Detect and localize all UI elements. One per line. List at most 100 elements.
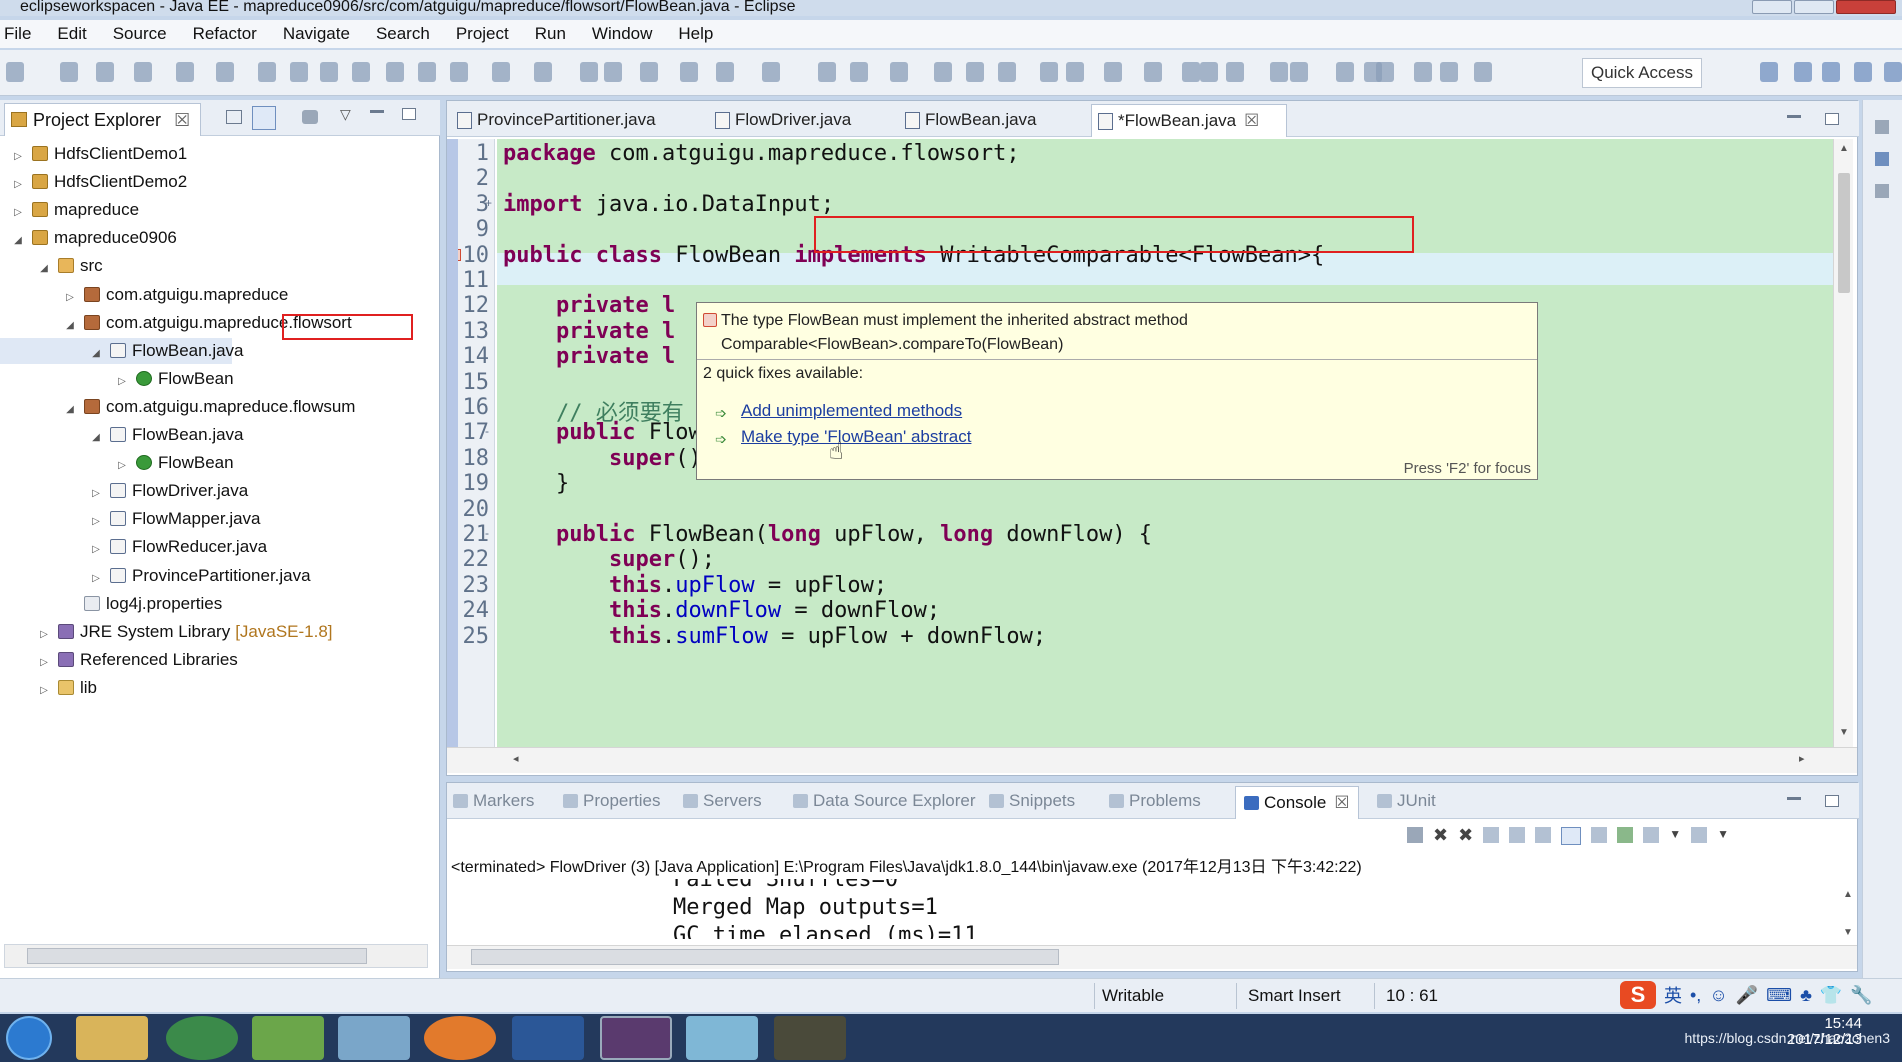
toolbar-action-icon[interactable] (680, 62, 698, 82)
toolbar-action-icon[interactable] (1144, 62, 1162, 82)
tree-item[interactable]: ▷ FlowReducer.java (0, 534, 267, 560)
video-task-icon[interactable] (774, 1016, 846, 1060)
toolbar-action-icon[interactable] (96, 62, 114, 82)
menu-file[interactable]: File (4, 24, 31, 44)
tree-toggle-icon[interactable]: ◢ (12, 228, 24, 254)
tree-item[interactable]: ◢ mapreduce0906 (0, 225, 177, 251)
maximize-panel-icon[interactable] (1825, 795, 1839, 807)
ime-language[interactable]: 英 (1664, 982, 1682, 1008)
bottom-tab-markers[interactable]: Markers (451, 791, 534, 811)
toolbar-action-icon[interactable] (1040, 62, 1058, 82)
toolbar-action-icon[interactable] (534, 62, 552, 82)
toolbar-action-icon[interactable] (966, 62, 984, 82)
tree-toggle-icon[interactable]: ▷ (90, 481, 102, 507)
tree-toggle-icon[interactable]: ◢ (90, 425, 102, 451)
minimize-editor-icon[interactable] (1787, 115, 1801, 118)
menu-window[interactable]: Window (592, 24, 652, 44)
maximize-view-icon[interactable] (402, 108, 416, 120)
console-horizontal-scrollbar[interactable] (447, 945, 1857, 969)
minimize-view-icon[interactable] (370, 110, 384, 113)
perspective-icon[interactable] (1794, 62, 1812, 82)
close-icon[interactable]: ☒ (1244, 111, 1259, 130)
minimize-button[interactable] (1752, 0, 1792, 14)
toolbar-action-icon[interactable] (1414, 62, 1432, 82)
toolbar-action-icon[interactable] (1226, 62, 1244, 82)
tree-toggle-icon[interactable]: ▷ (116, 453, 128, 479)
quick-access-field[interactable]: Quick Access (1582, 58, 1702, 88)
toolbar-action-icon[interactable] (1182, 62, 1200, 82)
toolbar-action-icon[interactable] (1474, 62, 1492, 82)
perspective-icon[interactable] (1822, 62, 1840, 82)
tree-item[interactable]: ▷ JRE System Library [JavaSE-1.8] (0, 619, 332, 645)
toolbar-action-icon[interactable] (1336, 62, 1354, 82)
bottom-tab-data-source-explorer[interactable]: Data Source Explorer (791, 791, 976, 811)
emoji-icon[interactable]: ☺ (1709, 985, 1727, 1006)
minimize-panel-icon[interactable] (1787, 797, 1801, 800)
tree-item[interactable]: ▷ FlowBean (0, 366, 233, 392)
tree-toggle-icon[interactable]: ▷ (38, 678, 50, 704)
toolbar-action-icon[interactable] (1270, 62, 1288, 82)
show-console-on-error-icon[interactable] (1591, 827, 1608, 843)
start-button-icon[interactable] (6, 1016, 52, 1060)
remove-launch-icon[interactable]: ✖ (1433, 826, 1448, 845)
scroll-down-icon[interactable]: ▼ (1843, 927, 1853, 938)
tree-item[interactable]: ▷ com.atguigu.mapreduce (0, 282, 288, 308)
perspective-icon[interactable] (1884, 62, 1902, 82)
close-icon[interactable]: ☒ (1334, 793, 1349, 812)
toolbar-action-icon[interactable] (216, 62, 234, 82)
notes-task-icon[interactable] (686, 1016, 758, 1060)
toolbar-action-icon[interactable] (1200, 62, 1218, 82)
tab-project-explorer[interactable]: Project Explorer ☒ (4, 103, 202, 136)
scroll-down-icon[interactable]: ▼ (1839, 727, 1849, 738)
scroll-lock-icon[interactable] (1509, 827, 1526, 843)
toolbar-action-icon[interactable] (762, 62, 780, 82)
scrollbar-thumb[interactable] (27, 948, 367, 964)
toolbar-action-icon[interactable] (320, 62, 338, 82)
tree-toggle-icon[interactable]: ▷ (12, 172, 24, 198)
tree-toggle-icon[interactable]: ▷ (90, 509, 102, 535)
bottom-tab-snippets[interactable]: Snippets (987, 791, 1075, 811)
toolbar-action-icon[interactable] (418, 62, 436, 82)
fold-toggle-icon[interactable]: + (485, 196, 492, 210)
tree-toggle-icon[interactable]: ▷ (64, 285, 76, 311)
outline-view-icon[interactable] (1875, 120, 1889, 134)
chevron-down-icon[interactable]: ▼ (1717, 827, 1729, 845)
toolbar-action-icon[interactable] (60, 62, 78, 82)
tree-toggle-icon[interactable]: ▷ (12, 144, 24, 170)
menu-navigate[interactable]: Navigate (283, 24, 350, 44)
sogou-ime-logo[interactable]: S (1620, 981, 1656, 1009)
tree-item[interactable]: ◢ FlowBean.java (0, 422, 243, 451)
console-output[interactable]: Failed Shuffles=0 Merged Map outputs=1 G… (447, 879, 1839, 939)
perspective-icon[interactable] (1854, 62, 1872, 82)
maximize-button[interactable] (1794, 0, 1834, 14)
tree-item[interactable]: ▷ mapreduce (0, 197, 139, 223)
perspective-icon[interactable] (1760, 62, 1778, 82)
toolbar-action-icon[interactable] (6, 62, 24, 82)
collapse-all-icon[interactable] (226, 110, 242, 124)
chevron-down-icon[interactable]: ▼ (1669, 827, 1681, 845)
tree-item[interactable]: log4j.properties (0, 591, 222, 617)
bottom-tab-junit[interactable]: JUnit (1375, 791, 1436, 811)
word-task-icon[interactable] (512, 1016, 584, 1060)
toolbar-action-icon[interactable] (450, 62, 468, 82)
task-list-icon[interactable] (1875, 152, 1889, 166)
editor-horizontal-scrollbar[interactable]: ◂ ▸ (447, 747, 1857, 773)
open-console-icon[interactable] (1691, 827, 1708, 843)
file-explorer-task-icon[interactable] (76, 1016, 148, 1060)
toolbar-action-icon[interactable] (1376, 62, 1394, 82)
wrench-icon[interactable]: 🔧 (1850, 985, 1872, 1006)
terminate-icon[interactable] (1407, 827, 1423, 843)
toolbar-action-icon[interactable] (998, 62, 1016, 82)
tree-item[interactable]: ◢ com.atguigu.mapreduce.flowsum (0, 394, 355, 420)
menu-search[interactable]: Search (376, 24, 430, 44)
chrome-task-icon[interactable] (166, 1016, 238, 1060)
toolbar-action-icon[interactable] (640, 62, 658, 82)
scroll-left-icon[interactable]: ◂ (513, 752, 519, 765)
tree-toggle-icon[interactable]: ▷ (90, 566, 102, 592)
toolbar-action-icon[interactable] (290, 62, 308, 82)
word-wrap-icon[interactable] (1535, 827, 1552, 843)
tree-item[interactable]: ▷ FlowMapper.java (0, 506, 260, 535)
app-task-icon[interactable] (252, 1016, 324, 1060)
skin-icon[interactable]: 👕 (1820, 985, 1842, 1006)
toolbar-action-icon[interactable] (134, 62, 152, 82)
